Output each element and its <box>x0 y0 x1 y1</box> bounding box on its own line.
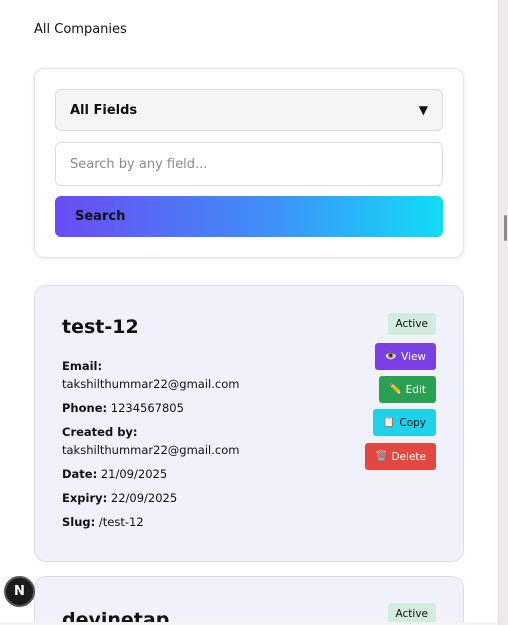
created-by-label: Created by: <box>62 425 138 439</box>
company-details: Email: takshilthummar22@gmail.com Phone:… <box>62 357 362 537</box>
field-select[interactable]: All Fields ▼ <box>55 89 443 131</box>
date-label: Date: <box>62 467 98 481</box>
scrollbar-thumb[interactable] <box>504 215 507 241</box>
copy-button[interactable]: 📋 Copy <box>372 409 436 436</box>
page: All Companies All Fields ▼ Search test-1… <box>0 0 498 625</box>
phone-row: Phone: 1234567805 <box>62 399 362 417</box>
search-input[interactable] <box>55 142 443 186</box>
copy-label: Copy <box>399 416 426 429</box>
clipboard-icon: 📋 <box>382 417 396 428</box>
email-row: Email: takshilthummar22@gmail.com <box>62 357 362 393</box>
scrollbar-track[interactable] <box>498 0 508 625</box>
chevron-down-icon: ▼ <box>418 103 428 117</box>
expiry-row: Expiry: 22/09/2025 <box>62 489 362 507</box>
delete-label: Delete <box>391 450 427 463</box>
delete-button[interactable]: 🗑️ Delete <box>365 443 436 470</box>
search-button[interactable]: Search <box>55 196 443 237</box>
view-button[interactable]: 👁️ View <box>374 343 436 370</box>
phone-value: 1234567805 <box>110 401 184 415</box>
edit-label: Edit <box>405 383 426 396</box>
slug-label: Slug: <box>62 515 96 529</box>
slug-value: /test-12 <box>98 515 144 529</box>
n-logo-icon: N <box>14 584 25 599</box>
view-label: View <box>401 350 426 363</box>
created-by-value: takshilthummar22@gmail.com <box>62 443 240 457</box>
page-title: All Companies <box>34 22 127 37</box>
edit-button[interactable]: ✏️ Edit <box>379 376 436 403</box>
eye-icon: 👁️ <box>384 351 398 362</box>
created-by-row: Created by: takshilthummar22@gmail.com <box>62 423 362 459</box>
status-badge: Active <box>387 313 436 335</box>
expiry-value: 22/09/2025 <box>110 491 178 505</box>
date-value: 21/09/2025 <box>100 467 168 481</box>
expiry-label: Expiry: <box>62 491 108 505</box>
trash-icon: 🗑️ <box>375 451 388 462</box>
email-value: takshilthummar22@gmail.com <box>62 377 240 391</box>
date-row: Date: 21/09/2025 <box>62 465 362 483</box>
slug-row: Slug: /test-12 <box>62 513 362 531</box>
pencil-icon: ✏️ <box>389 384 402 395</box>
company-name: test-12 <box>62 316 139 338</box>
field-select-value: All Fields <box>70 102 138 118</box>
phone-label: Phone: <box>62 401 108 415</box>
framework-badge-button[interactable]: N <box>4 576 35 607</box>
company-card: test-12 Active Email: takshilthummar22@g… <box>34 285 464 562</box>
company-card: devinetap Active <box>34 576 464 625</box>
email-label: Email: <box>62 359 103 373</box>
search-panel: All Fields ▼ Search <box>34 68 464 258</box>
